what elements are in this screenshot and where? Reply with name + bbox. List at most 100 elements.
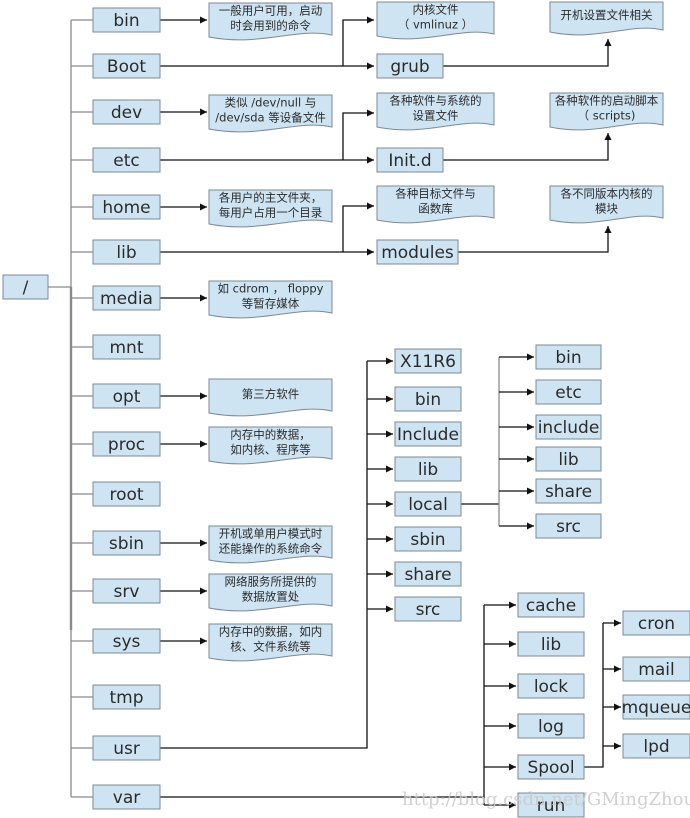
dir-sbin[interactable]: sbin <box>92 530 161 556</box>
note-etc-config: 各种软件与系统的设置文件 <box>376 92 495 131</box>
dir-local-share-label: share <box>545 482 592 502</box>
note-proc-line: 内存中的数据， <box>230 428 311 442</box>
dir-local-share[interactable]: share <box>535 478 602 504</box>
dir-opt[interactable]: opt <box>92 383 161 409</box>
dir-spool-mail[interactable]: mail <box>622 656 690 682</box>
dir-bin[interactable]: bin <box>92 7 161 33</box>
dir-usr-local[interactable]: local <box>394 491 462 517</box>
dir-initd[interactable]: Init.d <box>376 147 444 173</box>
dir-grub[interactable]: grub <box>376 53 444 79</box>
dir-root-label: root <box>109 485 143 505</box>
dir-spool-lpd[interactable]: lpd <box>622 733 690 759</box>
note-sys-line: 核、文件系统等 <box>230 640 311 654</box>
note-lib-objects-line: 函数库 <box>418 202 453 216</box>
dir-local-include-label: include <box>538 418 600 438</box>
dir-local-etc-label: etc <box>555 383 581 403</box>
arrow-etc-config <box>342 109 374 160</box>
dir-var-lib[interactable]: lib <box>517 631 585 657</box>
dir-usr-label: usr <box>113 739 140 759</box>
note-home-line: 各用户的主文件夹， <box>219 191 323 205</box>
dir-var-cache[interactable]: cache <box>517 592 585 618</box>
note-proc-line: 如内核、程序等 <box>230 443 311 457</box>
note-boot-kernel: 内核文件（ vmlinuz ） <box>376 1 495 40</box>
note-opt-line: 第三方软件 <box>242 387 300 401</box>
root-dir-node-label: / <box>23 278 29 298</box>
dir-usr-bin[interactable]: bin <box>394 386 462 412</box>
dir-local-etc[interactable]: etc <box>535 379 602 405</box>
dir-usr-sbin[interactable]: sbin <box>394 526 462 552</box>
arrow-lib-objects <box>342 202 374 252</box>
dir-lib[interactable]: lib <box>92 239 161 265</box>
dir-local-lib[interactable]: lib <box>535 446 602 472</box>
arrow-boot-kernel <box>342 16 374 66</box>
dir-sys[interactable]: sys <box>92 628 161 654</box>
dir-modules[interactable]: modules <box>376 239 459 265</box>
dir-mnt-label: mnt <box>110 338 144 358</box>
dir-usr-src-label: src <box>416 600 441 620</box>
dir-tmp[interactable]: tmp <box>92 684 161 710</box>
dir-usr-sbin-label: sbin <box>410 530 445 550</box>
dir-local-lib-label: lib <box>558 450 578 470</box>
dir-initd-label: Init.d <box>388 151 431 171</box>
note-initd-line: （ scripts) <box>578 109 636 123</box>
note-sbin: 开机或单用户模式时还能操作的系统命令 <box>208 525 333 564</box>
dir-srv-label: srv <box>114 582 140 602</box>
note-srv: 网络服务所提供的数据放置处 <box>208 573 333 612</box>
dir-spool-mqueue[interactable]: mqueue <box>622 694 690 720</box>
note-modules-line: 各不同版本内核的 <box>561 187 653 201</box>
linux-directory-tree-diagram: / bin Boot dev etc home lib media mnt opt proc root… <box>2 1 690 818</box>
dir-spool-cron-label: cron <box>638 614 675 634</box>
dir-usr[interactable]: usr <box>92 735 161 761</box>
dir-usr-x11r6-label: X11R6 <box>400 352 456 372</box>
dir-dev[interactable]: dev <box>92 99 161 125</box>
dir-var[interactable]: var <box>92 784 161 810</box>
dir-usr-src[interactable]: src <box>394 596 462 622</box>
note-lib-objects: 各种目标文件与函数库 <box>376 185 495 224</box>
dir-local-src[interactable]: src <box>535 513 602 539</box>
note-bin: 一般用户可用，启动时会用到的命令 <box>208 2 333 41</box>
dir-srv[interactable]: srv <box>92 578 161 604</box>
dir-proc-label: proc <box>108 435 145 455</box>
dir-boot[interactable]: Boot <box>92 53 161 79</box>
dir-home[interactable]: home <box>92 194 161 220</box>
dir-usr-lib[interactable]: lib <box>394 456 462 482</box>
arrow-grub-note <box>443 39 612 67</box>
dir-sbin-label: sbin <box>109 534 144 554</box>
dir-var-log[interactable]: log <box>517 713 585 739</box>
note-boot-kernel-line: （ vmlinuz ） <box>398 18 473 32</box>
note-sys-line: 内存中的数据，如内 <box>219 625 323 639</box>
arrow-modules-note <box>458 226 612 253</box>
dir-spool-mqueue-label: mqueue <box>622 698 690 718</box>
arrow-initd-note <box>443 133 612 161</box>
dir-usr-share[interactable]: share <box>394 561 462 587</box>
dir-usr-x11r6[interactable]: X11R6 <box>394 348 462 374</box>
dir-etc[interactable]: etc <box>92 147 161 173</box>
dir-tmp-label: tmp <box>109 688 143 708</box>
dir-root[interactable]: root <box>92 481 161 507</box>
note-modules: 各不同版本内核的模块 <box>549 185 664 224</box>
dir-media-label: media <box>100 289 153 309</box>
dir-spool-mail-label: mail <box>638 660 674 680</box>
dir-home-label: home <box>102 198 150 218</box>
dir-usr-include[interactable]: Include <box>394 421 462 447</box>
dir-proc[interactable]: proc <box>92 431 161 457</box>
dir-local-bin[interactable]: bin <box>535 344 602 370</box>
note-sbin-line: 开机或单用户模式时 <box>219 527 323 541</box>
root-dir-node[interactable]: / <box>2 274 49 300</box>
note-dev-line: 类似 /dev/null 与 <box>225 96 317 110</box>
dir-mnt[interactable]: mnt <box>92 334 161 360</box>
dir-var-lock[interactable]: lock <box>517 673 585 699</box>
note-boot-kernel-line: 内核文件 <box>413 3 459 17</box>
note-bin-line: 一般用户可用，启动 <box>219 4 323 18</box>
note-opt: 第三方软件 <box>208 378 333 417</box>
dir-bin-label: bin <box>113 11 139 31</box>
note-proc: 内存中的数据，如内核、程序等 <box>208 426 333 465</box>
dir-usr-local-label: local <box>408 495 448 515</box>
dir-var-spool[interactable]: Spool <box>517 754 585 780</box>
dir-spool-lpd-label: lpd <box>643 737 669 757</box>
spool-connector <box>584 623 604 768</box>
dir-media[interactable]: media <box>92 285 161 311</box>
note-srv-line: 数据放置处 <box>242 590 300 604</box>
dir-local-include[interactable]: include <box>535 414 602 440</box>
dir-spool-cron[interactable]: cron <box>622 610 690 636</box>
